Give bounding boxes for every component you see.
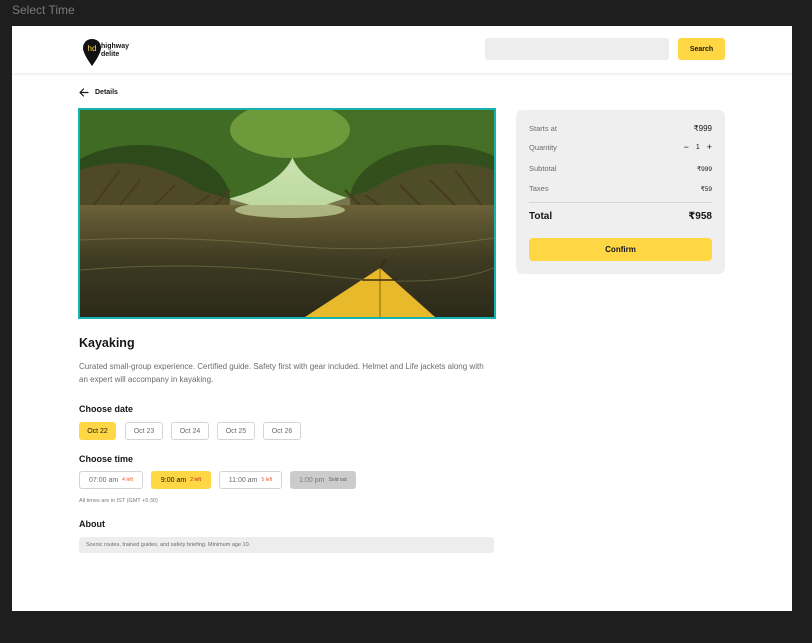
search-input[interactable] bbox=[485, 38, 669, 60]
logo-line-2: delite bbox=[101, 51, 120, 58]
window-title: Select Time bbox=[12, 3, 75, 17]
subtotal-value: ₹999 bbox=[697, 165, 712, 173]
choose-date-label: Choose date bbox=[79, 404, 134, 414]
arrow-left-icon bbox=[79, 87, 89, 97]
time-slot-availability: Sold out bbox=[328, 477, 347, 483]
date-chip-oct-25[interactable]: Oct 25 bbox=[217, 422, 255, 440]
total-row: Total ₹958 bbox=[529, 211, 712, 222]
starts-at-value: ₹999 bbox=[693, 124, 712, 133]
about-label: About bbox=[79, 519, 105, 529]
starts-at-label: Starts at bbox=[529, 124, 557, 133]
quantity-value: 1 bbox=[695, 144, 700, 151]
experience-description: Curated small-group experience. Certifie… bbox=[79, 362, 484, 384]
back-label: Details bbox=[95, 88, 118, 96]
time-slot-1100[interactable]: 11:00 am 5 left bbox=[219, 471, 282, 489]
taxes-value: ₹59 bbox=[700, 185, 712, 193]
quantity-label: Quantity bbox=[529, 143, 557, 152]
back-link[interactable]: Details bbox=[79, 86, 118, 98]
date-chip-oct-23[interactable]: Oct 23 bbox=[125, 422, 163, 440]
about-text: Scenic routes, trained guides, and safet… bbox=[79, 537, 494, 553]
time-slot-availability: 5 left bbox=[261, 477, 273, 483]
logo-text: highway delite bbox=[101, 43, 129, 59]
summary-divider bbox=[529, 202, 712, 203]
quantity-row: Quantity − 1 + bbox=[529, 143, 712, 153]
taxes-row: Taxes ₹59 bbox=[529, 184, 712, 193]
time-slot-availability: 2 left bbox=[190, 477, 202, 483]
time-slot-1300: 1:00 pm Sold out bbox=[290, 471, 356, 489]
subtotal-row: Subtotal ₹999 bbox=[529, 164, 712, 173]
page-frame: hd highway delite Search Details Kayakin… bbox=[12, 26, 792, 611]
time-slot-time: 11:00 am bbox=[228, 476, 258, 484]
time-slot-time: 07:00 am bbox=[88, 476, 119, 484]
timezone-note: All times are in IST (GMT +5:30) bbox=[79, 498, 158, 504]
location-pin-icon: hd bbox=[83, 39, 101, 66]
total-label: Total bbox=[529, 211, 553, 222]
logo-mark: hd bbox=[88, 44, 97, 53]
date-chip-oct-26[interactable]: Oct 26 bbox=[263, 422, 301, 440]
subtotal-label: Subtotal bbox=[529, 164, 557, 173]
hero-image bbox=[78, 108, 496, 319]
quantity-decrement-button[interactable]: − bbox=[684, 143, 689, 152]
booking-summary-card: Starts at ₹999 Quantity − 1 + Subtotal ₹… bbox=[516, 110, 725, 274]
logo[interactable]: hd highway delite bbox=[82, 38, 142, 66]
time-slot-0700[interactable]: 07:00 am 4 left bbox=[79, 471, 143, 489]
logo-line-1: highway bbox=[101, 43, 130, 50]
taxes-label: Taxes bbox=[529, 184, 549, 193]
time-slot-time: 9:00 am bbox=[160, 476, 187, 484]
quantity-stepper: − 1 + bbox=[684, 143, 712, 152]
quantity-increment-button[interactable]: + bbox=[707, 143, 712, 152]
choose-time-label: Choose time bbox=[79, 454, 134, 464]
experience-title: Kayaking bbox=[79, 336, 135, 350]
starts-at-row: Starts at ₹999 bbox=[529, 124, 712, 133]
top-header: hd highway delite Search bbox=[12, 26, 792, 73]
time-slot-time: 1:00 pm bbox=[299, 476, 325, 484]
time-slot-availability: 4 left bbox=[122, 477, 134, 483]
kayak-mangrove-photo bbox=[80, 110, 494, 317]
confirm-button[interactable]: Confirm bbox=[529, 238, 712, 261]
date-chip-oct-22[interactable]: Oct 22 bbox=[79, 422, 116, 440]
time-slot-0900[interactable]: 9:00 am 2 left bbox=[151, 471, 211, 489]
total-value: ₹958 bbox=[688, 211, 712, 222]
date-chip-oct-24[interactable]: Oct 24 bbox=[171, 422, 209, 440]
search-button[interactable]: Search bbox=[678, 38, 725, 60]
